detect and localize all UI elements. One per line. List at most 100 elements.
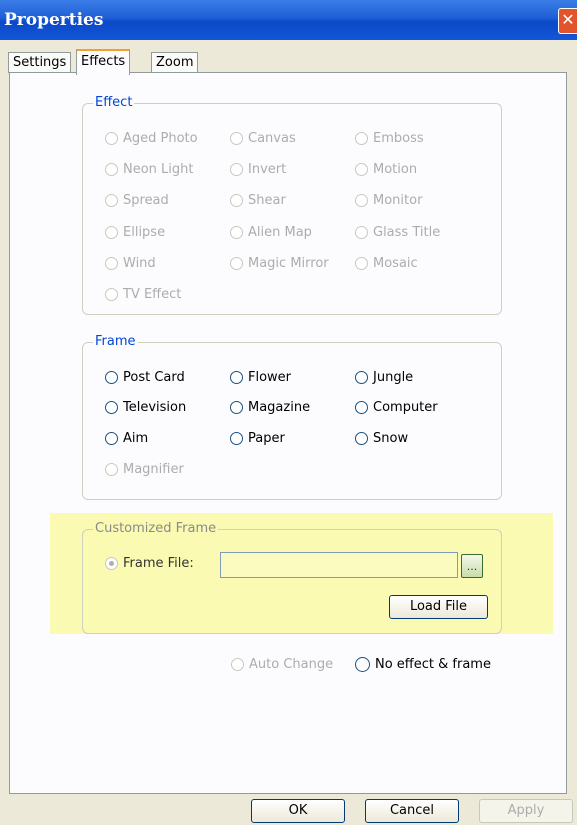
option-label: Emboss (373, 131, 424, 146)
radio-icon (355, 657, 370, 672)
browse-button[interactable]: ... (461, 554, 483, 578)
option-label: Snow (373, 431, 409, 446)
effect-option[interactable]: Shear (230, 193, 286, 208)
option-label: Auto Change (249, 657, 334, 672)
option-label: Frame File: (123, 556, 194, 571)
radio-icon (355, 432, 368, 445)
option-label: Magic Mirror (248, 256, 329, 271)
option-label: Shear (248, 193, 286, 208)
close-icon: ✕ (561, 10, 575, 29)
option-label: Aged Photo (123, 131, 198, 146)
radio-icon (105, 226, 118, 239)
effect-option[interactable]: Emboss (355, 131, 424, 146)
apply-button[interactable]: Apply (479, 799, 573, 823)
effect-option[interactable]: TV Effect (105, 287, 181, 302)
ok-button[interactable]: OK (251, 799, 345, 823)
frame-option[interactable]: Jungle (355, 370, 413, 385)
frame-option[interactable]: Snow (355, 431, 408, 446)
radio-icon (355, 132, 368, 145)
radio-icon (355, 194, 368, 207)
close-button[interactable]: ✕ (558, 8, 577, 34)
auto-change-radio[interactable]: Auto Change (231, 657, 333, 672)
option-label: Computer (373, 400, 438, 415)
radio-icon (230, 194, 243, 207)
option-label: Motion (373, 162, 418, 177)
effect-option[interactable]: Canvas (230, 131, 296, 146)
frame-option[interactable]: Post Card (105, 370, 185, 385)
tab-effects[interactable]: Effects (76, 49, 131, 75)
tab-settings[interactable]: Settings (8, 52, 72, 73)
radio-icon (355, 163, 368, 176)
radio-icon (105, 288, 118, 301)
option-label: Canvas (248, 131, 296, 146)
radio-icon (105, 557, 118, 570)
effect-option[interactable]: Ellipse (105, 225, 165, 240)
option-label: Neon Light (123, 162, 194, 177)
frame-option[interactable]: Flower (230, 370, 291, 385)
radio-icon (105, 132, 118, 145)
effect-option[interactable]: Wind (105, 256, 156, 271)
effect-option[interactable]: Mosaic (355, 256, 418, 271)
cancel-button[interactable]: Cancel (365, 799, 459, 823)
frame-group-legend: Frame (93, 334, 138, 349)
radio-icon (230, 432, 243, 445)
window-title: Properties (4, 10, 104, 30)
radio-icon (230, 257, 243, 270)
effect-option[interactable]: Invert (230, 162, 286, 177)
radio-icon (105, 371, 118, 384)
effect-option[interactable]: Aged Photo (105, 131, 198, 146)
effect-option[interactable]: Neon Light (105, 162, 194, 177)
effect-option[interactable]: Glass Title (355, 225, 440, 240)
option-label: Post Card (123, 370, 185, 385)
radio-icon (105, 194, 118, 207)
option-label: Aim (123, 431, 149, 446)
radio-icon (355, 401, 368, 414)
radio-icon (355, 226, 368, 239)
radio-icon (105, 432, 118, 445)
frame-option[interactable]: Television (105, 400, 186, 415)
frame-option[interactable]: Computer (355, 400, 438, 415)
frame-file-radio[interactable]: Frame File: (105, 556, 194, 571)
option-label: No effect & frame (375, 657, 491, 672)
effect-option[interactable]: Monitor (355, 193, 422, 208)
frame-option[interactable]: Magnifier (105, 462, 184, 477)
option-label: Jungle (373, 370, 414, 385)
radio-icon (230, 371, 243, 384)
radio-icon (230, 163, 243, 176)
option-label: Wind (123, 256, 156, 271)
option-label: Glass Title (373, 225, 441, 240)
option-label: Ellipse (123, 225, 166, 240)
radio-icon (105, 257, 118, 270)
radio-icon (105, 163, 118, 176)
effect-group-legend: Effect (93, 95, 135, 110)
title-bar: Properties ✕ (0, 0, 577, 40)
radio-icon (105, 463, 118, 476)
option-label: Invert (248, 162, 287, 177)
option-label: Spread (123, 193, 169, 208)
radio-icon (355, 257, 368, 270)
frame-option[interactable]: Paper (230, 431, 285, 446)
load-file-button[interactable]: Load File (389, 595, 488, 619)
effect-option[interactable]: Spread (105, 193, 169, 208)
radio-icon (230, 132, 243, 145)
effect-option[interactable]: Motion (355, 162, 417, 177)
effect-option[interactable]: Magic Mirror (230, 256, 329, 271)
option-label: Flower (248, 370, 292, 385)
tab-zoom[interactable]: Zoom (151, 52, 199, 73)
effect-option[interactable]: Alien Map (230, 225, 312, 240)
option-label: Monitor (373, 193, 423, 208)
no-effect-radio[interactable]: No effect & frame (355, 657, 491, 672)
option-label: Alien Map (248, 225, 312, 240)
option-label: Magazine (248, 400, 311, 415)
radio-icon (231, 658, 244, 671)
frame-option[interactable]: Magazine (230, 400, 310, 415)
option-label: Magnifier (123, 462, 184, 477)
option-label: Mosaic (373, 256, 418, 271)
option-label: TV Effect (123, 287, 182, 302)
radio-icon (105, 401, 118, 414)
radio-icon (355, 371, 368, 384)
option-label: Paper (248, 431, 285, 446)
radio-icon (230, 226, 243, 239)
frame-option[interactable]: Aim (105, 431, 148, 446)
frame-file-input[interactable] (220, 552, 458, 578)
